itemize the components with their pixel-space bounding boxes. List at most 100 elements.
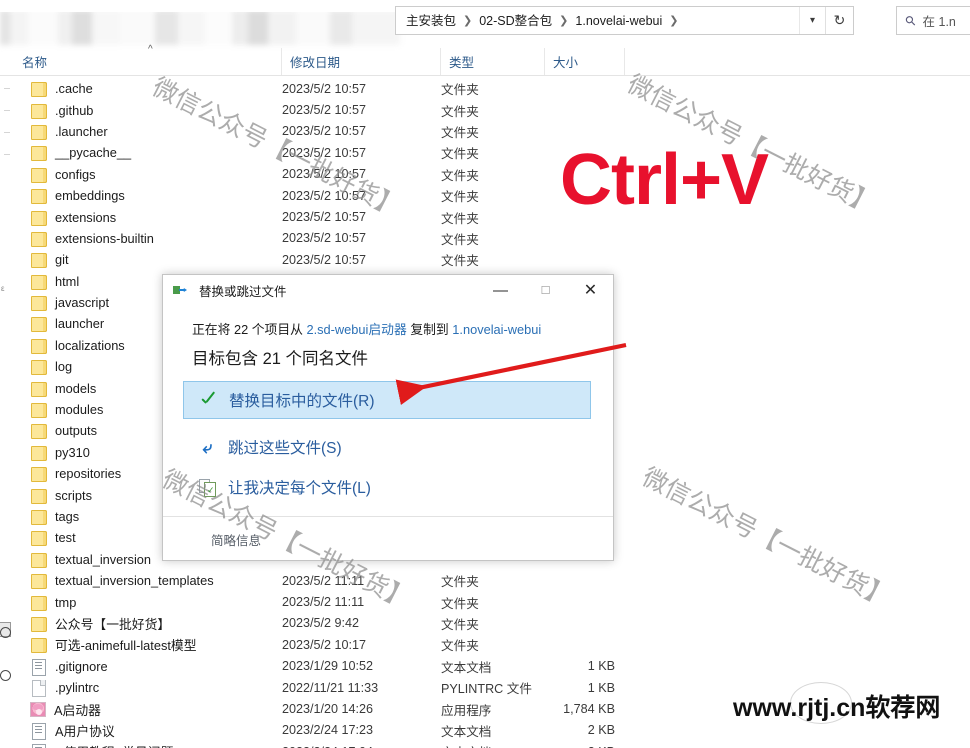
table-row[interactable]: B使用教程+常见问题2023/2/24 17:04文本文档2 KB (0, 741, 970, 748)
file-name-label: B使用教程+常见问题 (55, 742, 173, 748)
file-type-cell: 应用程序 (441, 703, 492, 718)
table-row[interactable]: .github 2023/5/2 10:57 文件夹 (0, 99, 970, 120)
file-name-cell[interactable]: log (30, 359, 72, 376)
folder-icon (30, 274, 47, 290)
file-size-cell: 1,784 KB (563, 702, 615, 717)
table-row[interactable]: 可选-animefull-latest模型 2023/5/2 10:17 文件夹 (0, 634, 970, 655)
file-name-cell[interactable]: scripts (30, 488, 92, 504)
folder-icon (30, 124, 47, 140)
file-name-cell[interactable]: .pylintrc (30, 680, 99, 698)
file-name-cell[interactable]: 公众号【一批好货】 (30, 614, 170, 633)
file-type-cell: 文本文档 (441, 724, 492, 739)
file-name-label: extensions-builtin (55, 230, 154, 246)
file-name-label: 公众号【一批好货】 (55, 616, 171, 632)
file-type-cell: 文件夹 (441, 254, 479, 269)
file-name-cell[interactable]: launcher (30, 316, 104, 333)
folder-icon (30, 595, 47, 611)
column-header-2[interactable]: 类型 (441, 48, 545, 75)
file-name-cell[interactable]: textual_inversion (30, 552, 151, 568)
file-name-cell[interactable]: extensions-builtin (30, 230, 154, 247)
search-input[interactable]: ⚲ 在 1.n (896, 6, 970, 35)
file-name-cell[interactable]: py310 (30, 445, 90, 461)
file-name-cell[interactable]: tags (30, 509, 79, 525)
refresh-icon[interactable]: ↻ (825, 7, 853, 34)
breadcrumb-item-1[interactable]: 02-SD整合包 (477, 11, 554, 31)
column-header-label: 修改日期 (290, 56, 341, 70)
column-header-label: 类型 (449, 56, 475, 70)
file-name-cell[interactable]: tmp (30, 594, 77, 611)
file-type-cell: 文件夹 (441, 639, 479, 654)
file-name-cell[interactable]: A启动器 (30, 700, 101, 719)
file-name-cell[interactable]: html (30, 274, 79, 290)
file-type-cell: 文件夹 (441, 617, 479, 632)
file-name-label: .launcher (55, 123, 108, 139)
file-name-label: 可选-animefull-latest模型 (55, 638, 197, 654)
breadcrumb-separator-icon: ❯ (463, 15, 473, 27)
file-type-cell: 文件夹 (441, 83, 479, 98)
file-name-cell[interactable]: .gitignore (30, 658, 108, 676)
file-name-cell[interactable]: embeddings (30, 188, 125, 205)
file-name-label: outputs (55, 423, 97, 439)
table-row[interactable]: tmp 2023/5/2 11:11 文件夹 (0, 591, 970, 612)
close-button[interactable]: ✕ (568, 275, 613, 305)
file-name-cell[interactable]: test (30, 530, 76, 547)
option-skip-files[interactable]: ⤷ 跳过这些文件(S) (183, 428, 591, 466)
file-name-cell[interactable]: B使用教程+常见问题 (30, 742, 173, 748)
file-name-cell[interactable]: extensions (30, 210, 116, 226)
file-name-label: tmp (55, 594, 77, 610)
file-name-cell[interactable]: models (30, 381, 96, 397)
column-header-1[interactable]: 修改日期 (282, 48, 441, 75)
option-replace-files[interactable]: 替换目标中的文件(R) (183, 381, 591, 419)
file-date-cell: 2023/5/2 10:57 (282, 231, 367, 246)
file-size-cell: 1 KB (587, 680, 615, 695)
option-skip-label: 跳过这些文件(S) (228, 440, 342, 457)
copy-source-link[interactable]: 2.sd-webui启动器 (306, 322, 406, 337)
column-header-3[interactable]: 大小 (545, 48, 625, 75)
file-name-cell[interactable]: javascript (30, 295, 110, 312)
table-row[interactable]: .cache 2023/5/2 10:57 文件夹 (0, 78, 970, 99)
file-name-cell[interactable]: textual_inversion_templates (30, 573, 214, 590)
address-bar[interactable]: 主安装包 ❯ 02-SD整合包 ❯ 1.novelai-webui ❯ ▾ ↻ (395, 6, 854, 35)
minimize-button[interactable]: — (478, 275, 523, 305)
file-name-cell[interactable]: outputs (30, 423, 97, 440)
file-name-cell[interactable]: configs (30, 166, 96, 183)
file-size-cell: 1 KB (587, 659, 615, 674)
file-name-cell[interactable]: modules (30, 402, 103, 419)
table-row[interactable]: extensions 2023/5/2 10:57 文件夹 (0, 206, 970, 227)
file-name-cell[interactable]: localizations (30, 338, 125, 354)
breadcrumb-item-0[interactable]: 主安装包 (404, 11, 458, 31)
watermark-site: www.rjtj.cn软荐网 (733, 694, 941, 722)
folder-icon (30, 145, 47, 162)
chevron-down-icon[interactable]: ▾ (799, 7, 825, 34)
table-row[interactable]: .gitignore 2023/1/29 10:52 文本文档 1 KB (0, 656, 970, 677)
table-row[interactable]: 公众号【一批好货】 2023/5/2 9:42 文件夹 (0, 613, 970, 634)
file-name-cell[interactable]: repositories (30, 466, 122, 483)
file-explorer-window: 主安装包 ❯ 02-SD整合包 ❯ 1.novelai-webui ❯ ▾ ↻ … (0, 0, 970, 748)
file-name-label: textual_inversion_templates (55, 573, 214, 589)
file-type-cell: PYLINTRC 文件 (441, 682, 532, 697)
breadcrumb-item-2[interactable]: 1.novelai-webui (573, 11, 664, 31)
file-name-cell[interactable]: A用户协议 (30, 721, 115, 740)
table-row[interactable]: git 2023/5/2 10:57 文件夹 (0, 249, 970, 270)
copy-target-link[interactable]: 1.novelai-webui (452, 322, 541, 337)
file-name-cell[interactable]: .cache (30, 81, 93, 98)
folder-icon (30, 552, 47, 568)
file-name-label: .gitignore (55, 658, 108, 674)
file-name-cell[interactable]: .github (30, 103, 93, 119)
file-name-cell[interactable]: 可选-animefull-latest模型 (30, 635, 197, 654)
file-name-label: configs (55, 166, 96, 182)
file-name-cell[interactable]: git (30, 252, 69, 269)
dialog-window-controls[interactable]: — ☐ ✕ (478, 275, 613, 305)
maximize-button[interactable]: ☐ (523, 275, 568, 305)
file-name-label: javascript (55, 295, 110, 311)
file-name-cell[interactable]: .launcher (30, 123, 108, 140)
file-name-label: repositories (55, 466, 122, 482)
breadcrumb[interactable]: 主安装包 ❯ 02-SD整合包 ❯ 1.novelai-webui ❯ (396, 11, 799, 31)
table-row[interactable]: .launcher 2023/5/2 10:57 文件夹 (0, 121, 970, 142)
folder-icon (30, 295, 47, 312)
file-name-cell[interactable]: __pycache__ (30, 145, 131, 162)
option-replace-label: 替换目标中的文件(R) (229, 393, 375, 410)
text-document-icon (30, 658, 47, 676)
table-row[interactable]: extensions-builtin 2023/5/2 10:57 文件夹 (0, 228, 970, 249)
application-icon (30, 701, 46, 717)
